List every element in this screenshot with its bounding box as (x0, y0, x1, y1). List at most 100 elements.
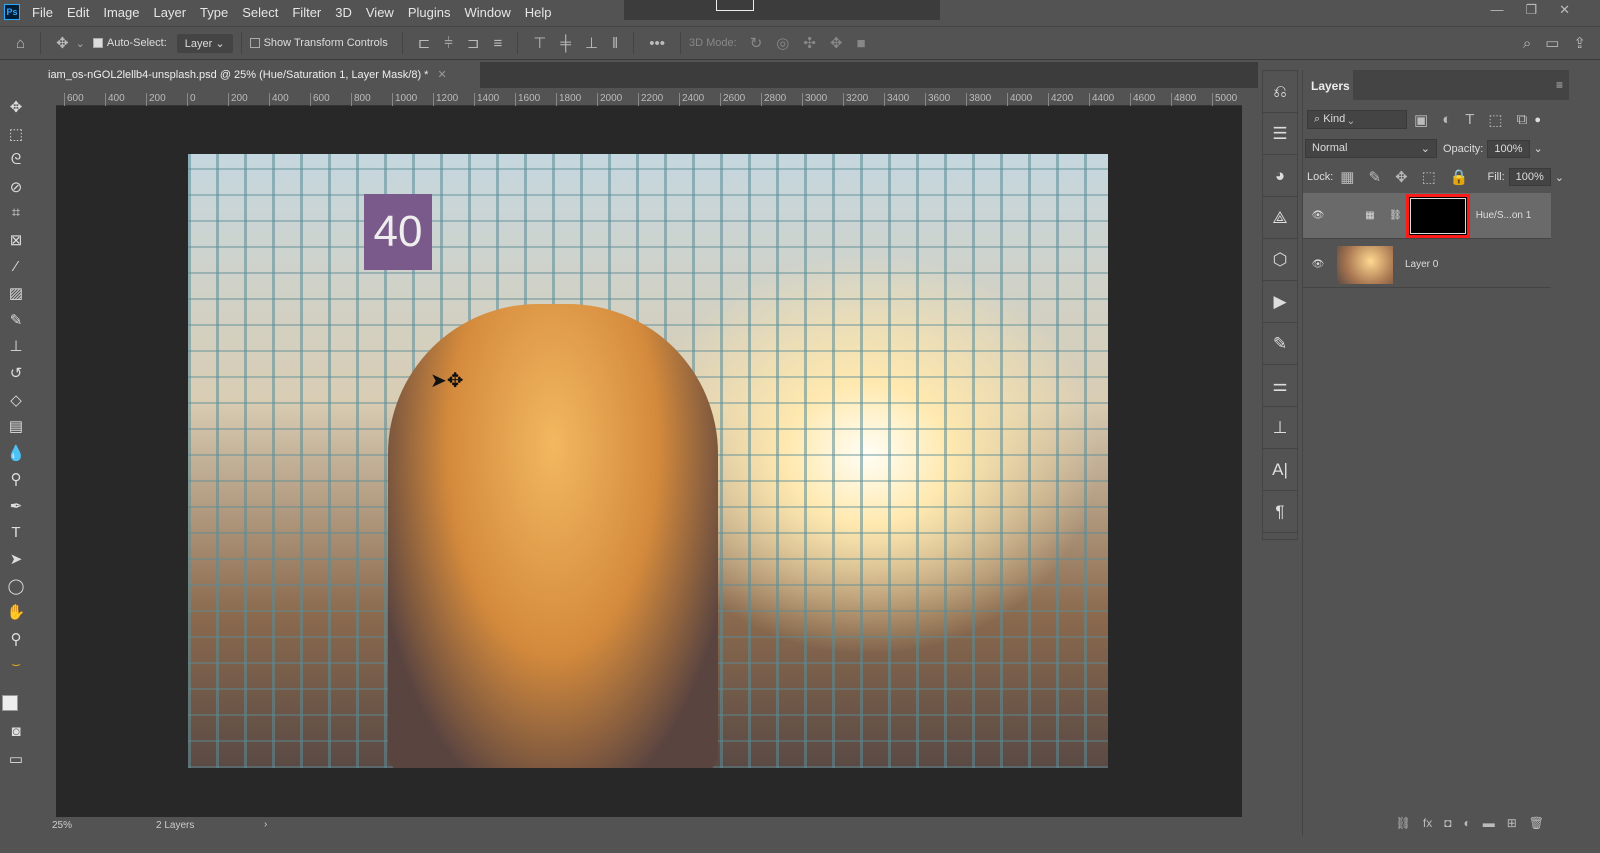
lock-all-icon[interactable]: 🔒 (1450, 168, 1469, 186)
lock-transparency-icon[interactable]: ▦ (1340, 168, 1354, 186)
align-middle-icon[interactable]: ╪ (560, 35, 571, 52)
menu-file[interactable]: File (32, 5, 53, 20)
paths-icon[interactable]: ⟁ (1263, 197, 1297, 239)
paragraph-icon[interactable]: ¶ (1263, 491, 1297, 533)
distribute-vertical-icon[interactable]: ‖ (612, 35, 618, 52)
layer-name[interactable]: Layer 0 (1405, 259, 1438, 270)
align-left-icon[interactable]: ⊏ (418, 34, 431, 52)
align-center-icon[interactable]: ⫩ (444, 35, 453, 52)
lock-position-icon[interactable]: ✥ (1395, 168, 1408, 186)
layer-mask-thumbnail[interactable] (1405, 193, 1470, 238)
more-options-icon[interactable]: ••• (649, 35, 665, 52)
menu-plugins[interactable]: Plugins (408, 5, 451, 20)
layers-tab[interactable]: Layers (1303, 72, 1353, 100)
auto-select-target-dropdown[interactable]: Layer ⌄ (176, 33, 233, 53)
character-icon[interactable]: A| (1263, 449, 1297, 491)
distribute-icon[interactable]: ≡ (493, 35, 502, 52)
crop-tool-icon[interactable]: ⌗ (0, 204, 32, 231)
healing-tool-icon[interactable]: ▨ (0, 284, 32, 311)
menu-3d[interactable]: 3D (335, 5, 352, 20)
3d-icon[interactable]: ⬡ (1263, 239, 1297, 281)
filter-type-icon[interactable]: T (1465, 111, 1474, 128)
quick-select-tool-icon[interactable]: ⊘ (0, 178, 32, 205)
history-brush-icon[interactable]: ↺ (0, 364, 32, 391)
ellipse-tool-icon[interactable]: ◯ (0, 577, 32, 604)
move-tool-icon[interactable]: ✥ (0, 98, 32, 125)
menu-select[interactable]: Select (242, 5, 278, 20)
fx-icon[interactable]: fx (1423, 816, 1432, 830)
close-tab-icon[interactable]: ✕ (438, 69, 447, 81)
filter-adjustment-icon[interactable]: ◐ (1442, 111, 1451, 128)
filter-shape-icon[interactable]: ⬚ (1488, 111, 1502, 129)
visibility-eye-icon[interactable]: 👁 (1303, 210, 1333, 221)
layer-row-hue-saturation[interactable]: 👁 ▦ ⛓ Hue/S...on 1 (1303, 193, 1551, 239)
menu-layer[interactable]: Layer (154, 5, 187, 20)
move-tool-icon[interactable]: ✥ (56, 34, 69, 52)
channels-icon[interactable]: ◕ (1263, 155, 1297, 197)
dodge-tool-icon[interactable]: ⚲ (0, 470, 32, 497)
3d-pan-icon[interactable]: ✣ (803, 34, 816, 52)
chevron-right-icon[interactable]: › (264, 819, 267, 830)
close-icon[interactable]: ✕ (1559, 2, 1570, 18)
type-tool-icon[interactable]: T (0, 524, 32, 551)
minimize-icon[interactable]: — (1490, 2, 1503, 18)
3d-slide-icon[interactable]: ✥ (830, 34, 843, 52)
link-icon[interactable]: ⛓ (1389, 210, 1402, 221)
align-right-icon[interactable]: ⊐ (467, 34, 480, 52)
share-icon[interactable]: ⇪ (1573, 34, 1586, 52)
chevron-down-icon[interactable]: ⌄ (76, 37, 85, 50)
color-swatches[interactable] (0, 683, 32, 723)
history-icon[interactable]: ⎌ (1263, 71, 1297, 113)
3d-camera-icon[interactable]: ■ (857, 35, 866, 52)
menu-type[interactable]: Type (200, 5, 228, 20)
auto-select-checkbox[interactable] (92, 38, 103, 48)
show-transform-checkbox[interactable] (249, 38, 260, 48)
lasso-tool-icon[interactable]: ᘓ (0, 151, 32, 178)
document-tab[interactable]: iam_os-nGOL2lellb4-unsplash.psd @ 25% (H… (40, 62, 480, 88)
new-layer-icon[interactable]: ⊞ (1507, 816, 1517, 830)
filter-smart-object-icon[interactable]: ⧉ (1517, 111, 1528, 128)
menu-image[interactable]: Image (103, 5, 139, 20)
marquee-tool-icon[interactable]: ⬚ (0, 125, 32, 152)
delete-layer-icon[interactable]: 🗑 (1529, 816, 1544, 830)
group-icon[interactable]: ▬ (1483, 816, 1495, 830)
opacity-field[interactable]: 100% (1487, 139, 1530, 158)
quick-mask-icon[interactable]: ◙ (0, 723, 32, 750)
brush-settings-icon[interactable]: ✎ (1263, 323, 1297, 365)
document-image[interactable]: 40 (188, 154, 1108, 768)
clone-source-icon[interactable]: ⊥ (1263, 407, 1297, 449)
eyedropper-tool-icon[interactable]: ⁄ (0, 258, 32, 285)
actions-icon[interactable]: ▶ (1263, 281, 1297, 323)
fill-dropdown-icon[interactable]: ⌄ (1555, 171, 1564, 184)
search-icon[interactable]: ⌕ (1523, 35, 1531, 52)
workspace-icon[interactable]: ▭ (1545, 34, 1559, 52)
visibility-eye-icon[interactable]: 👁 (1303, 259, 1333, 270)
brush-tool-icon[interactable]: ✎ (0, 311, 32, 338)
hand-tool-icon[interactable]: ✋ (0, 603, 32, 630)
3d-roll-icon[interactable]: ◎ (776, 34, 789, 52)
menu-window[interactable]: Window (464, 5, 510, 20)
opacity-dropdown-icon[interactable]: ⌄ (1534, 142, 1543, 155)
adjustments-icon[interactable]: ☰ (1263, 113, 1297, 155)
add-mask-icon[interactable]: ◘ (1444, 816, 1451, 830)
menu-help[interactable]: Help (525, 5, 552, 20)
stamp-tool-icon[interactable]: ⊥ (0, 337, 32, 364)
filter-toggle[interactable]: ● (1534, 114, 1541, 126)
restore-icon[interactable]: ❐ (1525, 2, 1537, 18)
panel-menu-icon[interactable]: ≡ (1556, 78, 1563, 92)
path-select-tool-icon[interactable]: ➤ (0, 550, 32, 577)
align-top-icon[interactable]: ⊤ (533, 34, 546, 52)
properties-icon[interactable]: ⚌ (1263, 365, 1297, 407)
layer-name[interactable]: Hue/S...on 1 (1476, 210, 1532, 221)
menu-view[interactable]: View (366, 5, 394, 20)
zoom-tool-icon[interactable]: ⚲ (0, 630, 32, 657)
align-bottom-icon[interactable]: ⊥ (585, 34, 598, 52)
adjustment-layer-icon[interactable]: ◐ (1463, 816, 1470, 830)
pen-tool-icon[interactable]: ✒ (0, 497, 32, 524)
blend-mode-dropdown[interactable]: Normal ⌄ (1305, 139, 1437, 158)
zoom-level[interactable]: 25% (52, 820, 72, 831)
3d-orbit-icon[interactable]: ↻ (750, 34, 763, 52)
blur-tool-icon[interactable]: 💧 (0, 444, 32, 471)
gradient-tool-icon[interactable]: ▤ (0, 417, 32, 444)
filter-kind-dropdown[interactable]: ⌕ Kind ⌄ (1307, 110, 1407, 129)
